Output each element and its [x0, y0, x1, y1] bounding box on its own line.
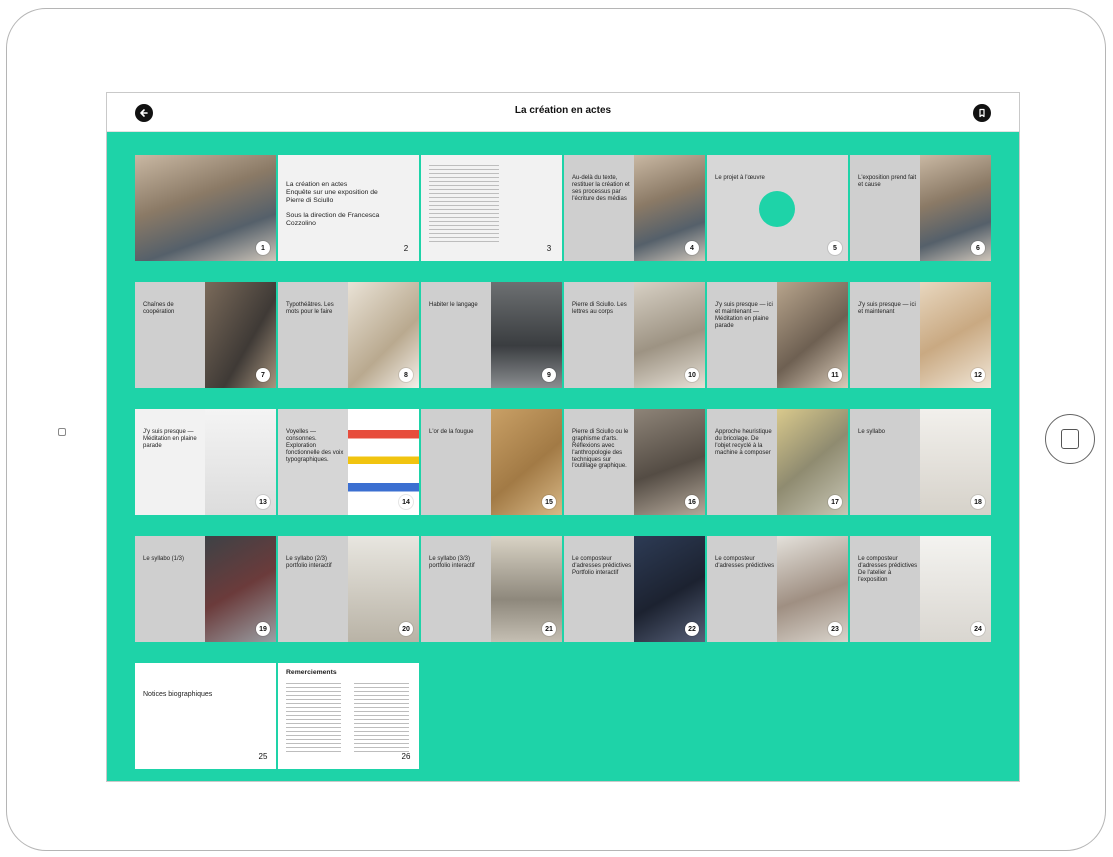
- circle-graphic: [759, 191, 795, 227]
- text-lines: [286, 683, 341, 753]
- text-lines: [354, 683, 409, 753]
- page-number-badge: 20: [399, 622, 413, 636]
- page-number-badge: 14: [399, 495, 413, 509]
- page-number-badge: 6: [971, 241, 985, 255]
- page-thumbnail[interactable]: Le composteur d'adresses prédictives 23: [707, 536, 848, 642]
- page-text: J'y suis presque — Méditation en plaine …: [143, 429, 197, 449]
- page-thumbnail[interactable]: Pierre di Sciullo. Les lettres au corps 1…: [564, 282, 705, 388]
- page-number-badge: 25: [258, 751, 268, 761]
- page-number-badge: 7: [256, 368, 270, 382]
- page-number-badge: 13: [256, 495, 270, 509]
- page-text: Le syllabo: [858, 429, 886, 435]
- page-thumbnail[interactable]: Voyelles — consonnes. Exploration foncti…: [278, 409, 419, 515]
- page-thumbnail[interactable]: Approche heuristique du bricolage. De l'…: [707, 409, 848, 515]
- page-number-badge: 16: [685, 495, 699, 509]
- page-thumbnail[interactable]: Remerciements 26: [278, 663, 419, 769]
- page-thumbnail[interactable]: 3: [421, 155, 562, 261]
- page-text: Le composteur d'adresses prédictives Por…: [572, 556, 632, 576]
- text-lines: [429, 165, 499, 245]
- page-number-badge: 21: [542, 622, 556, 636]
- page-text: Le composteur d'adresses prédictives: [715, 556, 775, 569]
- page-thumbnail[interactable]: Le composteur d'adresses prédictives De …: [850, 536, 991, 642]
- page-number-badge: 18: [971, 495, 985, 509]
- page-thumbnail[interactable]: J'y suis presque — Méditation en plaine …: [135, 409, 276, 515]
- page-text: Notices biographiques: [143, 691, 213, 698]
- bookmark-icon: [979, 108, 985, 118]
- page-text: Le composteur d'adresses prédictives De …: [858, 556, 918, 583]
- bookmark-button[interactable]: [973, 104, 991, 122]
- page-text: J'y suis presque — ici et maintenant: [858, 302, 916, 315]
- page-text: Typothéâtres. Les mots pour le faire: [286, 302, 334, 315]
- reader-screen: La création en actes 1 La création en act…: [106, 92, 1020, 782]
- page-number-badge: 22: [685, 622, 699, 636]
- page-number-badge: 10: [685, 368, 699, 382]
- page-number-badge: 23: [828, 622, 842, 636]
- page-number-badge: 4: [685, 241, 699, 255]
- page-number-badge: 19: [256, 622, 270, 636]
- page-text: Pierre di Sciullo. Les lettres au corps: [572, 302, 627, 315]
- top-bar: La création en actes: [107, 93, 1019, 132]
- page-number-badge: 15: [542, 495, 556, 509]
- page-text: Approche heuristique du bricolage. De l'…: [715, 429, 772, 456]
- page-thumbnail[interactable]: Le syllabo (2/3) portfolio interactif 20: [278, 536, 419, 642]
- page-number-badge: 2: [403, 243, 409, 253]
- page-thumbnail[interactable]: Le projet à l'œuvre 5: [707, 155, 848, 261]
- page-thumbnail[interactable]: L'exposition prend fait et cause 6: [850, 155, 991, 261]
- page-number-badge: 9: [542, 368, 556, 382]
- page-text: J'y suis presque — ici et maintenant — M…: [715, 302, 773, 329]
- page-text: Le syllabo (1/3): [143, 556, 185, 562]
- page-text: L'or de la fougue: [429, 429, 474, 435]
- page-number-badge: 26: [401, 751, 411, 761]
- page-text: La création en actes Enquête sur une exp…: [286, 181, 380, 228]
- page-thumbnail[interactable]: J'y suis presque — ici et maintenant 12: [850, 282, 991, 388]
- page-title: La création en actes: [514, 105, 612, 116]
- page-number-badge: 17: [828, 495, 842, 509]
- page-number-badge: 3: [546, 243, 552, 253]
- page-number-badge: 1: [256, 241, 270, 255]
- page-text: Remerciements: [286, 669, 337, 676]
- page-thumbnail[interactable]: Le syllabo (3/3) portfolio interactif 21: [421, 536, 562, 642]
- page-thumbnail[interactable]: Le syllabo 18: [850, 409, 991, 515]
- page-thumbnail[interactable]: Habiter le langage 9: [421, 282, 562, 388]
- page-text: Pierre di Sciullo ou le graphisme d'arts…: [572, 429, 629, 470]
- page-number-badge: 12: [971, 368, 985, 382]
- page-text: Habiter le langage: [429, 302, 478, 308]
- page-text: Le syllabo (2/3) portfolio interactif: [286, 556, 332, 569]
- page-number-badge: 11: [828, 368, 842, 382]
- page-text: L'exposition prend fait et cause: [858, 175, 917, 188]
- page-text: Le syllabo (3/3) portfolio interactif: [429, 556, 475, 569]
- page-thumbnail[interactable]: Notices biographiques 25: [135, 663, 276, 769]
- page-thumbnail[interactable]: Pierre di Sciullo ou le graphisme d'arts…: [564, 409, 705, 515]
- page-thumbnail[interactable]: J'y suis presque — ici et maintenant — M…: [707, 282, 848, 388]
- page-text: Voyelles — consonnes. Exploration foncti…: [286, 429, 344, 463]
- home-button[interactable]: [1045, 414, 1095, 464]
- page-number-badge: 24: [971, 622, 985, 636]
- page-text: Le projet à l'œuvre: [715, 175, 765, 181]
- page-number-badge: 8: [399, 368, 413, 382]
- page-thumbnail[interactable]: Typothéâtres. Les mots pour le faire 8: [278, 282, 419, 388]
- page-thumbnail[interactable]: Au-delà du texte, restituer la création …: [564, 155, 705, 261]
- page-thumbnail[interactable]: Le composteur d'adresses prédictives Por…: [564, 536, 705, 642]
- page-thumbnail[interactable]: La création en actes Enquête sur une exp…: [278, 155, 419, 261]
- page-text: Chaînes de coopération: [143, 302, 175, 315]
- page-number-badge: 5: [828, 241, 842, 255]
- camera-icon: [58, 428, 66, 436]
- page-thumbnail[interactable]: Chaînes de coopération 7: [135, 282, 276, 388]
- page-photo: [135, 155, 276, 261]
- page-thumbnail[interactable]: L'or de la fougue 15: [421, 409, 562, 515]
- home-square-icon: [1061, 429, 1079, 449]
- page-thumbnail[interactable]: Le syllabo (1/3) 19: [135, 536, 276, 642]
- page-text: Au-delà du texte, restituer la création …: [572, 175, 630, 202]
- page-thumbnail[interactable]: 1: [135, 155, 276, 261]
